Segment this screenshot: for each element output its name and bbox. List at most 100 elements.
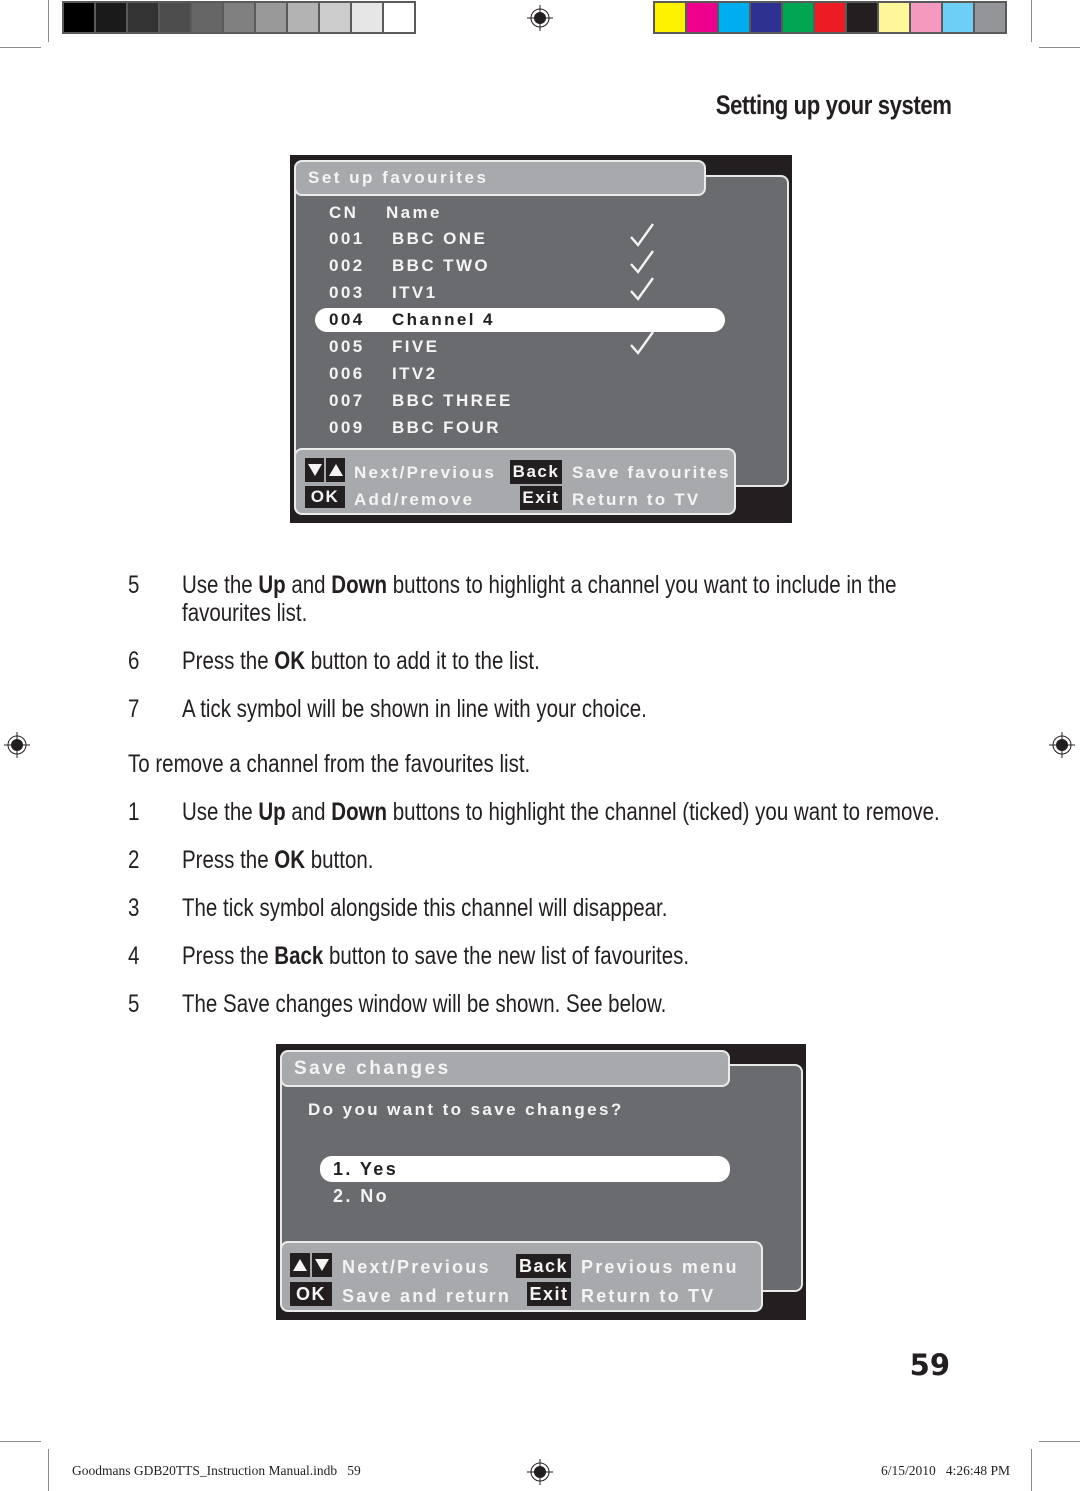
- process-color-bar: [653, 1, 1007, 34]
- save-option[interactable]: 1. Yes: [320, 1156, 730, 1182]
- step-number: 1: [128, 798, 140, 826]
- channel-number: 001: [329, 229, 365, 248]
- gray-swatch: [352, 3, 382, 32]
- channel-row[interactable]: 005 FIVE: [315, 331, 725, 359]
- color-swatch: [719, 3, 749, 32]
- gray-swatch: [320, 3, 350, 32]
- step-number: 2: [128, 846, 140, 874]
- nav-hint: Next/Previous: [354, 463, 496, 482]
- ok-key: OK: [305, 486, 345, 508]
- color-swatch: [943, 3, 973, 32]
- step-number: 5: [128, 571, 140, 599]
- channel-row[interactable]: 001 BBC ONE: [315, 223, 725, 251]
- exit-key: Exit: [527, 1282, 571, 1306]
- step-text-part: Press the: [182, 846, 275, 874]
- channel-number: 003: [329, 283, 365, 302]
- button-name: Up: [258, 571, 286, 599]
- gray-swatch: [288, 3, 318, 32]
- step-text: Use the Up and Down buttons to highlight…: [182, 798, 940, 826]
- crop-mark: [1039, 1441, 1080, 1442]
- step-text-part: A tick symbol will be shown in line with…: [182, 695, 647, 723]
- step-text-part: buttons to highlight a channel you want …: [387, 571, 897, 599]
- step-text: Press the OK button to add it to the lis…: [182, 647, 540, 675]
- step-text: Use the Up and Down buttons to highlight…: [182, 571, 897, 627]
- favourites-footer: Next/Previous Back Save favourites OK Ad…: [294, 448, 736, 515]
- channel-name: BBC ONE: [392, 229, 488, 248]
- channel-row[interactable]: 003 ITV1: [315, 277, 725, 305]
- channel-name: Channel 4: [392, 310, 495, 329]
- channel-row[interactable]: 006 ITV2: [315, 362, 725, 386]
- step-text: Press the Back button to save the new li…: [182, 942, 689, 970]
- ok-hint: Save and return: [342, 1286, 512, 1306]
- back-hint: Save favourites: [572, 463, 731, 482]
- channel-name: BBC THREE: [392, 391, 513, 410]
- step-number: 6: [128, 647, 140, 675]
- tick-icon: [628, 329, 656, 362]
- color-swatch: [911, 3, 941, 32]
- channel-row[interactable]: 007 BBC THREE: [315, 389, 725, 413]
- step-text-part: The tick symbol alongside this channel w…: [182, 894, 668, 922]
- step-text: The tick symbol alongside this channel w…: [182, 894, 667, 922]
- column-header-cn: CN: [329, 203, 359, 222]
- registration-mark-icon: [527, 5, 553, 31]
- channel-name: BBC TWO: [392, 256, 491, 275]
- step-text-part: The Save changes window will be shown. S…: [182, 990, 667, 1018]
- up-arrow-icon: [328, 464, 343, 476]
- registration-mark-icon: [527, 1459, 553, 1485]
- favourites-screen: Set up favourites CN Name 001 BBC ONE 002 B…: [290, 155, 792, 523]
- color-swatch: [975, 3, 1005, 32]
- save-footer: Next/Previous Back Previous menu OK Save…: [280, 1241, 763, 1312]
- button-name: Up: [258, 798, 286, 826]
- favourites-title-bar: Set up favourites: [294, 160, 706, 196]
- step-text-part: and: [285, 571, 332, 599]
- section-title: Setting up your system: [716, 90, 952, 120]
- crop-mark: [48, 0, 49, 42]
- channel-name: ITV2: [392, 364, 438, 383]
- gray-swatch: [192, 3, 222, 32]
- step-text-line2: favourites list.: [182, 599, 308, 627]
- registration-mark-icon: [4, 732, 30, 758]
- save-changes-screen: Save changes Do you want to save changes…: [276, 1044, 806, 1320]
- step-text: The Save changes window will be shown. S…: [182, 990, 666, 1018]
- save-option[interactable]: 2. No: [320, 1183, 730, 1209]
- channel-row[interactable]: 009 BBC FOUR: [315, 416, 725, 440]
- gray-swatch: [256, 3, 286, 32]
- page-number: 59: [909, 1348, 950, 1382]
- color-swatch: [879, 3, 909, 32]
- slug-filename: Goodmans GDB20TTS_Instruction Manual.ind…: [72, 1463, 361, 1478]
- step-text-part: Press the: [182, 647, 275, 675]
- step-text: Press the OK button.: [182, 846, 373, 874]
- channel-number: 005: [329, 337, 365, 356]
- step-text-part: Press the: [182, 942, 275, 970]
- button-name: Back: [274, 942, 324, 970]
- color-swatch: [655, 3, 685, 32]
- channel-row[interactable]: 002 BBC TWO: [315, 250, 725, 278]
- color-swatch: [783, 3, 813, 32]
- save-option-label: 2. No: [333, 1185, 390, 1206]
- color-swatch: [687, 3, 717, 32]
- button-name: OK: [274, 647, 306, 675]
- slug-timestamp: 6/15/2010 4:26:48 PM: [880, 1463, 1010, 1478]
- crop-mark: [1031, 0, 1032, 42]
- exit-hint: Return to TV: [581, 1286, 716, 1306]
- step-text-part: buttons to highlight the channel (ticked…: [387, 798, 940, 826]
- up-key: [290, 1253, 310, 1277]
- grayscale-color-bar: [62, 1, 416, 34]
- channel-number: 007: [329, 391, 365, 410]
- step-text-part: and: [285, 798, 332, 826]
- down-key: [312, 1253, 332, 1277]
- channel-name: ITV1: [392, 283, 438, 302]
- button-name: OK: [274, 846, 306, 874]
- channel-row[interactable]: 004 Channel 4: [315, 308, 725, 332]
- crop-mark: [48, 1449, 49, 1491]
- back-key: Back: [516, 1254, 571, 1278]
- exit-hint: Return to TV: [572, 490, 701, 509]
- channel-number: 006: [329, 364, 365, 383]
- back-key: Back: [510, 460, 562, 484]
- crop-mark: [0, 1441, 41, 1442]
- button-name: Down: [331, 798, 388, 826]
- step-number: 5: [128, 990, 140, 1018]
- ok-hint: Add/remove: [354, 490, 475, 509]
- back-hint: Previous menu: [581, 1257, 739, 1277]
- step-text-part: Use the: [182, 571, 259, 599]
